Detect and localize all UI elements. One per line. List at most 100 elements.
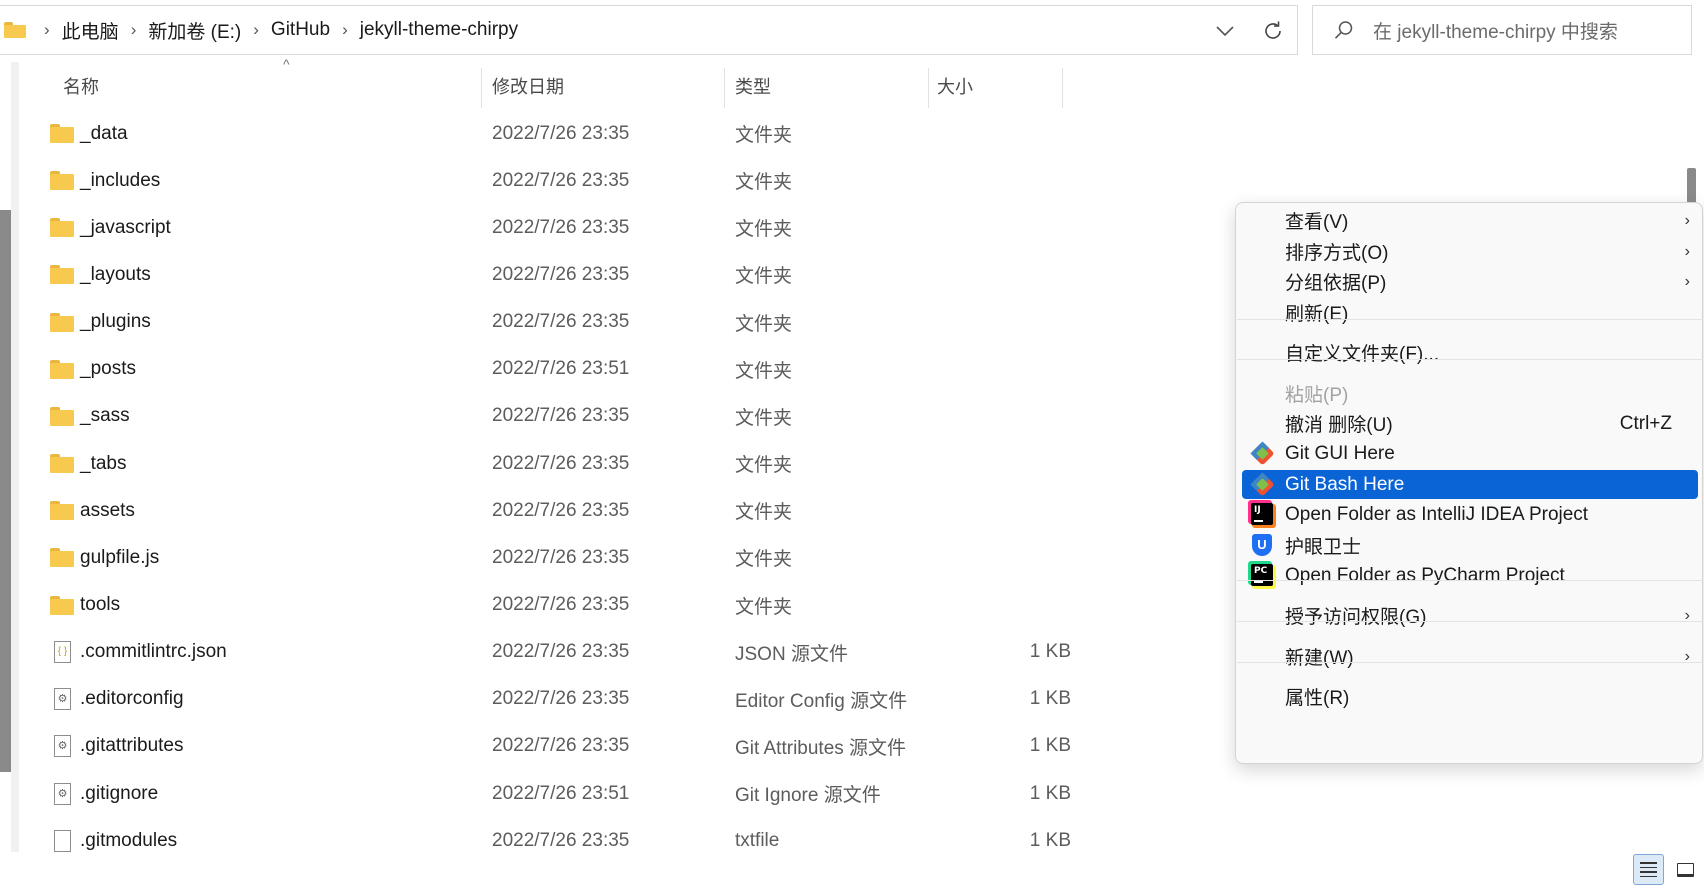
refresh-icon[interactable]: [1258, 16, 1288, 46]
column-size-label: 大小: [937, 77, 973, 97]
file-icon-glyph: ⚙: [57, 740, 68, 753]
column-header-size[interactable]: 大小: [937, 62, 973, 110]
menu-item-label: 分组依据(P): [1285, 273, 1387, 294]
menu-item-label: Git GUI Here: [1285, 442, 1395, 464]
file-name: .commitlintrc.json: [80, 641, 227, 663]
menu-item-g[interactable]: 授予访问权限(G) ›: [1242, 601, 1698, 630]
breadcrumb-drive-e[interactable]: 新加卷 (E:): [148, 17, 241, 44]
file-name-cell: { } .commitlintrc.json: [50, 629, 227, 676]
table-row[interactable]: _plugins 2022/7/26 23:35 文件夹: [19, 299, 1063, 346]
table-row[interactable]: _sass 2022/7/26 23:35 文件夹: [19, 393, 1063, 440]
column-divider[interactable]: [928, 68, 929, 108]
table-row[interactable]: .gitmodules 2022/7/26 23:35 txtfile 1 KB: [19, 817, 1071, 864]
table-row[interactable]: gulpfile.js 2022/7/26 23:35 文件夹: [19, 534, 1063, 581]
file-type: 文件夹: [735, 407, 793, 429]
details-view-icon[interactable]: [1633, 854, 1664, 885]
folder-icon: [50, 171, 74, 191]
file-name: .gitmodules: [80, 829, 178, 851]
table-row[interactable]: ⚙ .editorconfig 2022/7/26 23:35 Editor Conf…: [19, 676, 1071, 723]
column-divider[interactable]: [481, 68, 482, 108]
large-icons-view-icon[interactable]: [1671, 856, 1699, 883]
file-type: 文件夹: [735, 596, 793, 618]
file-name-cell: ⚙ .gitattributes: [50, 723, 184, 770]
file-name: .editorconfig: [80, 688, 184, 710]
address-bar[interactable]: › 此电脑 › 新加卷 (E:) › GitHub › jekyll-theme…: [0, 5, 1298, 55]
menu-item-r[interactable]: 属性(R): [1242, 682, 1698, 711]
table-row[interactable]: { } .commitlintrc.json 2022/7/26 23:35 JSON…: [19, 629, 1071, 676]
menu-item-git-gui-here[interactable]: Git GUI Here: [1242, 439, 1698, 468]
menu-item-v[interactable]: 查看(V) ›: [1242, 206, 1698, 235]
intellij-icon: IJ: [1251, 503, 1273, 525]
file-date: 2022/7/26 23:35: [492, 405, 630, 427]
column-header-type[interactable]: 类型: [735, 62, 771, 110]
file-type: 文件夹: [735, 549, 793, 571]
menu-item-w[interactable]: 新建(W) ›: [1242, 642, 1698, 671]
view-toggle-group: [1630, 851, 1704, 888]
file-type: txtfile: [735, 829, 780, 851]
column-divider[interactable]: [724, 68, 725, 108]
nav-pane-scrollbar[interactable]: [0, 210, 11, 772]
file-date: 2022/7/26 23:35: [492, 452, 630, 474]
chevron-right-icon[interactable]: ›: [342, 20, 348, 40]
file-type: Editor Config 源文件: [735, 690, 908, 712]
menu-item-10[interactable]: U 护眼卫士: [1242, 531, 1698, 560]
table-row[interactable]: _javascript 2022/7/26 23:35 文件夹: [19, 204, 1063, 251]
menu-item-git-bash-here[interactable]: Git Bash Here: [1242, 470, 1698, 499]
menu-item-label: Open Folder as IntelliJ IDEA Project: [1285, 503, 1589, 525]
menu-item-label: 粘贴(P): [1285, 385, 1349, 406]
menu-item-p: 粘贴(P): [1242, 379, 1698, 408]
column-header-row: 名称 ^ 修改日期 类型 大小: [19, 56, 1063, 110]
chevron-right-icon[interactable]: ›: [44, 20, 50, 40]
table-row[interactable]: tools 2022/7/26 23:35 文件夹: [19, 582, 1063, 629]
breadcrumb-this-pc[interactable]: 此电脑: [62, 17, 119, 44]
column-header-name[interactable]: 名称: [63, 62, 99, 110]
file-name-cell: _tabs: [50, 440, 126, 487]
chevron-right-icon[interactable]: ›: [253, 20, 259, 40]
menu-item-e[interactable]: 刷新(E): [1242, 298, 1698, 327]
chevron-right-icon[interactable]: ›: [131, 20, 137, 40]
file-icon-glyph: [56, 834, 69, 848]
menu-item-o[interactable]: 排序方式(O) ›: [1242, 237, 1698, 266]
scrollbar-thumb[interactable]: [1687, 168, 1696, 203]
file-type: Git Attributes 源文件: [735, 737, 907, 759]
file-type: 文件夹: [735, 455, 793, 477]
folder-icon: [50, 406, 74, 426]
table-row[interactable]: _data 2022/7/26 23:35 文件夹: [19, 110, 1063, 157]
file-name-cell: _includes: [50, 157, 160, 204]
file-date: 2022/7/26 23:35: [492, 122, 630, 144]
column-header-date[interactable]: 修改日期: [492, 62, 564, 110]
menu-item-label: Open Folder as PyCharm Project: [1285, 564, 1565, 586]
column-date-label: 修改日期: [492, 77, 564, 97]
search-input[interactable]: 在 jekyll-theme-chirpy 中搜索: [1373, 17, 1618, 44]
menu-item-label: 排序方式(O): [1285, 243, 1389, 264]
menu-item-f[interactable]: 自定义文件夹(F)...: [1242, 338, 1698, 367]
file-name: .gitignore: [80, 782, 159, 804]
file-name-cell: _posts: [50, 346, 136, 393]
menu-item-open-folder-as-pycharm-project[interactable]: PC Open Folder as PyCharm Project: [1242, 561, 1698, 590]
table-row[interactable]: _layouts 2022/7/26 23:35 文件夹: [19, 251, 1063, 298]
file-name-cell: ⚙ .editorconfig: [50, 676, 184, 723]
menu-item-label: 查看(V): [1285, 212, 1349, 233]
file-name: _sass: [80, 405, 130, 427]
file-name: _plugins: [80, 311, 151, 333]
menu-item-p[interactable]: 分组依据(P) ›: [1242, 267, 1698, 296]
table-row[interactable]: _posts 2022/7/26 23:51 文件夹: [19, 346, 1063, 393]
table-row[interactable]: ⚙ .gitattributes 2022/7/26 23:35 Git Attrib…: [19, 723, 1071, 770]
file-size: [1014, 582, 1071, 629]
table-row[interactable]: _tabs 2022/7/26 23:35 文件夹: [19, 440, 1063, 487]
table-row[interactable]: ⚙ .gitignore 2022/7/26 23:51 Git Ignore 源文件…: [19, 770, 1071, 817]
table-row[interactable]: assets 2022/7/26 23:35 文件夹: [19, 487, 1063, 534]
breadcrumb-current-folder[interactable]: jekyll-theme-chirpy: [360, 19, 518, 41]
table-row[interactable]: _includes 2022/7/26 23:35 文件夹: [19, 157, 1063, 204]
breadcrumb-github[interactable]: GitHub: [271, 19, 330, 41]
menu-item-shortcut: Ctrl+Z: [1619, 412, 1672, 434]
chevron-down-icon[interactable]: [1212, 18, 1238, 44]
search-box[interactable]: 在 jekyll-theme-chirpy 中搜索: [1312, 5, 1692, 55]
file-name-cell: _javascript: [50, 204, 171, 251]
chevron-right-icon: ›: [1684, 242, 1690, 260]
config-file-icon: ⚙: [54, 782, 71, 805]
menu-item-open-folder-as-intellij-idea-project[interactable]: IJ Open Folder as IntelliJ IDEA Project: [1242, 500, 1698, 529]
menu-item-u[interactable]: 撤消 删除(U) Ctrl+Z: [1242, 409, 1698, 438]
column-divider[interactable]: [1062, 68, 1063, 108]
file-size: [1014, 157, 1071, 204]
